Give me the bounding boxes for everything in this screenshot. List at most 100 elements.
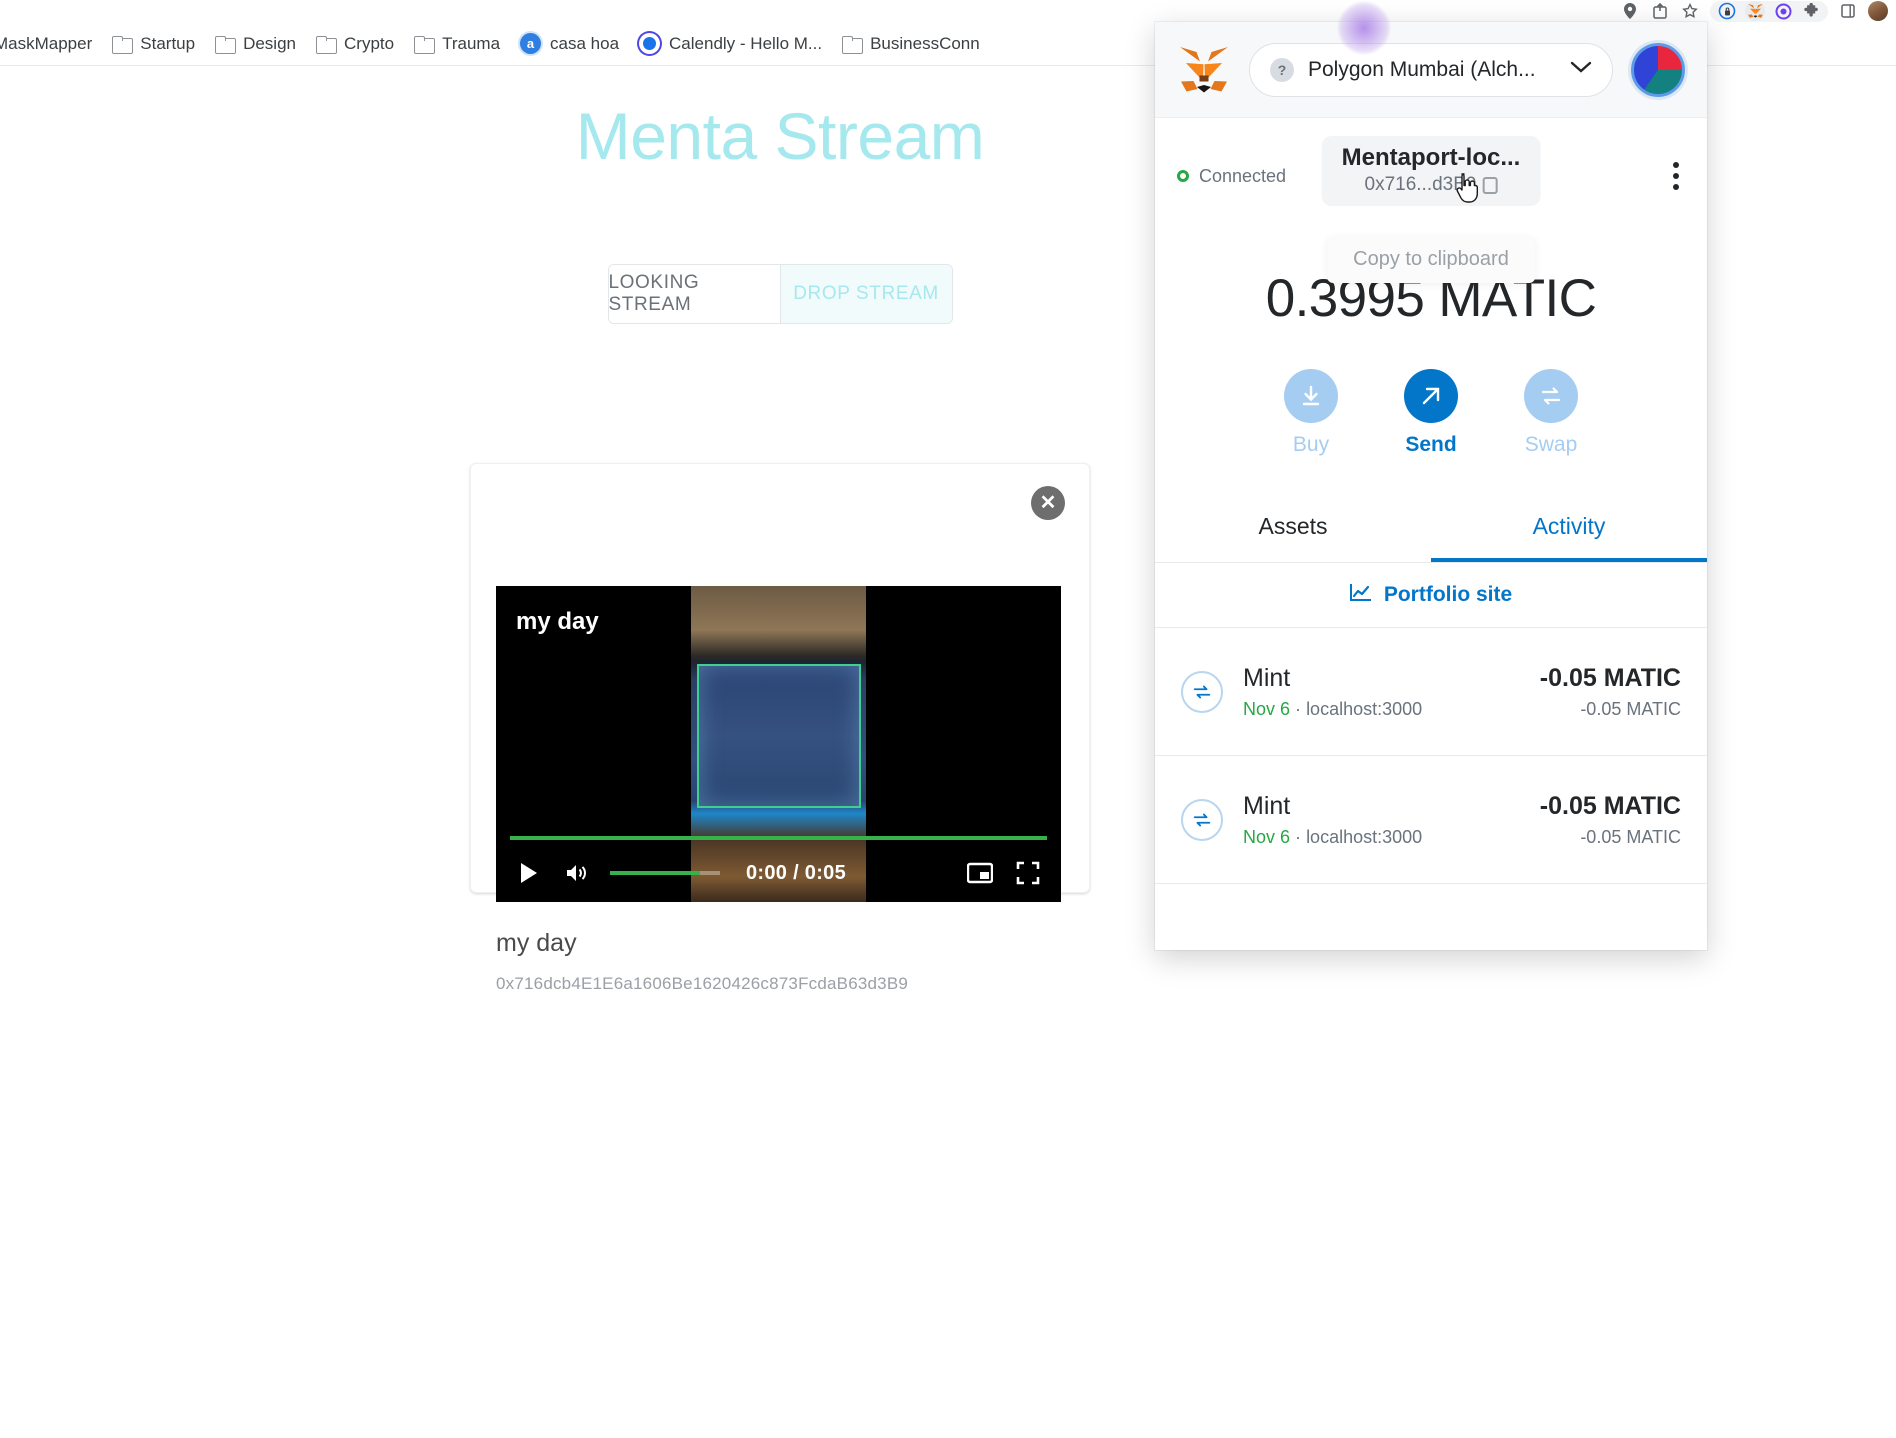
account-address-row[interactable]: 0x716...d3B9 [1342,174,1521,196]
transaction-subtitle: Nov 6 · localhost:3000 [1243,827,1520,848]
avatar[interactable] [1868,1,1888,21]
swap-circle-icon [1181,670,1223,713]
tab-drop-stream[interactable]: DROP STREAM [779,265,952,323]
bookmark-label: BusinessConn [870,33,980,53]
send-arrow-icon [1404,369,1458,423]
purple-circle-icon[interactable] [1773,1,1793,21]
transaction-info: Mint Nov 6 · localhost:3000 [1243,792,1520,848]
volume-icon[interactable] [562,858,592,888]
send-button[interactable]: Send [1404,369,1458,457]
video-progress-bar[interactable] [510,836,1047,840]
question-mark-icon: ? [1270,57,1294,82]
connection-status-label: Connected [1199,165,1287,186]
extensions-pill [1710,0,1828,22]
account-name-button[interactable]: Mentaport-loc... 0x716...d3B9 [1321,136,1541,206]
table-row[interactable]: Mint Nov 6 · localhost:3000 -0.05 MATIC … [1155,628,1707,756]
transaction-amount-main: -0.05 MATIC [1539,663,1681,692]
swap-button[interactable]: Swap [1524,369,1578,457]
account-identicon[interactable] [1631,42,1685,97]
card-address: 0x716dcb4E1E6a1606Be1620426c873FcdaB63d3… [496,974,909,993]
network-selector[interactable]: ? Polygon Mumbai (Alch... [1249,42,1613,97]
bookmark-maskmapper[interactable]: MaskMapper [0,31,102,57]
bookmark-label: Startup [140,33,196,53]
folder-icon [112,35,134,54]
copy-tooltip: Copy to clipboard [1327,236,1535,283]
bookmark-design[interactable]: Design [205,31,306,57]
transaction-subtitle: Nov 6 · localhost:3000 [1243,699,1520,720]
card-caption: my day [496,929,577,957]
bookmark-label: Crypto [344,33,395,53]
metamask-popup: ? Polygon Mumbai (Alch... Connected Ment… [1155,22,1707,950]
browser-toolbar [0,0,1896,22]
more-options-icon[interactable] [1673,162,1679,190]
swap-circle-icon [1181,798,1223,841]
folder-icon [414,35,436,54]
chevron-down-icon [1570,60,1592,79]
video-time-display: 0:00 / 0:05 [746,861,847,884]
bookmark-label: Trauma [442,33,501,53]
volume-slider[interactable] [610,871,720,875]
transaction-amount-main: -0.05 MATIC [1539,791,1681,820]
share-icon[interactable] [1650,1,1670,21]
bookmark-calendly[interactable]: Calendly - Hello M... [629,30,832,57]
buy-button[interactable]: Buy [1284,369,1338,457]
chart-line-icon [1349,583,1372,607]
close-icon[interactable]: ✕ [1031,486,1065,520]
buy-label: Buy [1292,433,1330,456]
sidebar-icon[interactable] [1838,1,1858,21]
transaction-title: Mint [1243,791,1291,820]
transaction-origin: localhost:3000 [1306,698,1423,719]
transaction-date: Nov 6 [1243,698,1291,719]
toolbar-icon-group [1620,0,1888,22]
video-controls: 0:00 / 0:05 [496,844,1061,902]
download-arrow-icon [1284,369,1338,423]
account-address: 0x716...d3B9 [1364,174,1477,195]
transaction-origin: localhost:3000 [1306,826,1423,847]
transaction-amount: -0.05 MATIC -0.05 MATIC [1540,664,1681,720]
location-pin-icon[interactable] [1620,1,1640,21]
transaction-amount-sub: -0.05 MATIC [1580,826,1681,847]
tab-assets[interactable]: Assets [1155,493,1431,562]
video-overlay-title: my day [516,608,599,635]
play-icon[interactable] [514,858,544,888]
bookmark-trauma[interactable]: Trauma [404,31,510,57]
folder-icon [316,35,337,54]
cursor-highlight [1337,1,1391,55]
casa-favicon: a [520,33,542,54]
stream-card: ✕ my day 0:00 / 0:05 my day 0x716dcb4E1E… [470,463,1090,993]
folder-icon [215,35,237,54]
account-name: Mentaport-loc... [1341,144,1521,171]
bookmark-casa-hoa[interactable]: a casa hoa [510,30,629,57]
bookmark-startup[interactable]: Startup [102,31,205,57]
transaction-date: Nov 6 [1243,826,1291,847]
send-label: Send [1405,433,1457,456]
bookmark-businessconn[interactable]: BusinessConn [832,31,990,57]
wallet-tabs: Assets Activity [1155,493,1707,563]
copy-icon[interactable] [1482,176,1498,194]
wallet-actions: Buy Send Swap [1155,369,1707,457]
bookmark-label: Design [243,33,296,53]
swap-label: Swap [1524,433,1578,456]
metamask-header: ? Polygon Mumbai (Alch... [1155,22,1707,118]
fullscreen-icon[interactable] [1013,858,1043,888]
tab-activity[interactable]: Activity [1431,493,1707,562]
picture-in-picture-icon[interactable] [965,858,995,888]
metamask-fox-icon[interactable] [1745,1,1765,21]
stream-tab-group: LOOKING STREAM DROP STREAM [607,264,953,324]
tab-looking-stream[interactable]: LOOKING STREAM [608,265,780,323]
connection-status: Connected [1177,166,1286,187]
puzzle-piece-icon[interactable] [1801,1,1821,21]
screen-root: MaskMapper Startup Design Crypto Trauma … [0,0,1896,1438]
video-player[interactable]: my day 0:00 / 0:05 [496,586,1061,902]
bookmark-crypto[interactable]: Crypto [306,31,404,57]
shield-lock-icon[interactable] [1717,1,1737,21]
status-dot-icon [1177,170,1189,182]
network-name: Polygon Mumbai (Alch... [1308,57,1536,81]
transaction-amount-sub: -0.05 MATIC [1580,698,1681,719]
portfolio-site-link[interactable]: Portfolio site [1155,563,1707,628]
table-row[interactable]: Mint Nov 6 · localhost:3000 -0.05 MATIC … [1155,756,1707,884]
folder-icon [842,35,864,54]
star-icon[interactable] [1680,1,1700,21]
transaction-separator: · [1295,698,1302,719]
metamask-fox-icon [1177,45,1231,95]
